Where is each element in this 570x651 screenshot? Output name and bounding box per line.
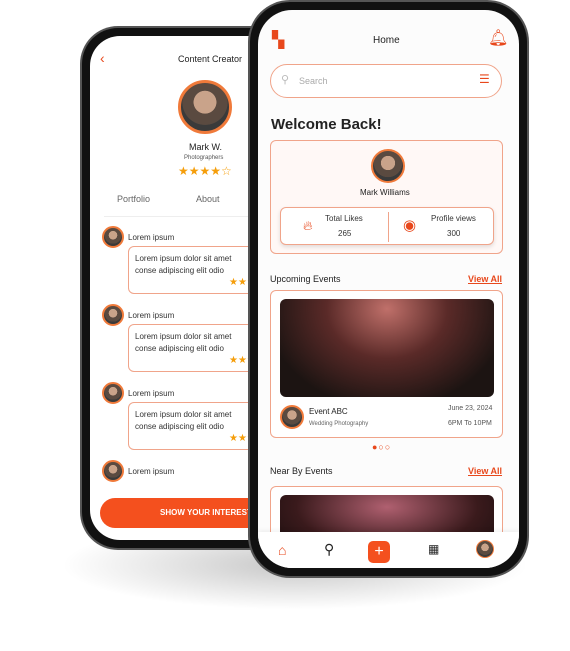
event-date: June 23, 2024 xyxy=(448,405,493,412)
reviewer-avatar xyxy=(102,226,124,248)
home-icon[interactable]: ⌂ xyxy=(278,542,286,558)
event-type: Wedding Photography xyxy=(309,421,369,427)
grid-menu-icon[interactable]: ▚ xyxy=(272,30,284,50)
event-card[interactable]: Event ABC Wedding Photography June 23, 2… xyxy=(270,290,503,438)
review-text: Lorem ipsum dolor sit amet conse adipisc… xyxy=(135,410,232,431)
creator-role: Photographers xyxy=(184,155,224,161)
reviewer-name: Lorem ipsum xyxy=(128,467,175,476)
calendar-icon[interactable]: ▦ xyxy=(428,542,439,556)
search-input[interactable]: ⚲ Search ☰ xyxy=(270,64,502,98)
upcoming-events-heading: Upcoming Events xyxy=(270,274,341,284)
reviewer-name: Lorem ipsum xyxy=(128,311,175,320)
event-time: 6PM To 10PM xyxy=(448,420,492,427)
review-text: Lorem ipsum dolor sit amet conse adipisc… xyxy=(135,332,232,353)
user-avatar xyxy=(371,149,405,183)
nearby-view-all-link[interactable]: View All xyxy=(468,466,502,476)
event-image xyxy=(280,299,494,397)
user-name: Mark Williams xyxy=(360,188,410,197)
likes-label: Total Likes xyxy=(325,214,363,223)
reviewer-avatar xyxy=(102,304,124,326)
creator-name: Mark W. xyxy=(189,142,222,152)
fire-icon: 🔥︎ xyxy=(303,218,313,233)
reviewer-name: Lorem ipsum xyxy=(128,389,175,398)
event-name: Event ABC xyxy=(309,407,348,416)
profile-card: Mark Williams 🔥︎ Total Likes 265 ◉ Profi… xyxy=(270,140,503,254)
tab-portfolio[interactable]: Portfolio xyxy=(117,194,150,204)
search-icon: ⚲ xyxy=(281,74,290,86)
eye-icon: ◉ xyxy=(403,217,417,234)
page-title: Home xyxy=(373,35,400,46)
bottom-nav: ⌂ ⚲ + ▦ xyxy=(258,532,519,568)
creator-avatar xyxy=(178,80,232,134)
nearby-events-heading: Near By Events xyxy=(270,466,333,476)
welcome-heading: Welcome Back! xyxy=(271,116,382,133)
home-screen: ▚ Home 🔔︎ ⚲ Search ☰ Welcome Back! Mark … xyxy=(258,10,519,568)
add-icon[interactable]: + xyxy=(368,541,390,563)
stats-panel: 🔥︎ Total Likes 265 ◉ Profile views 300 xyxy=(280,207,494,245)
views-value: 300 xyxy=(447,229,461,238)
page-title: Content Creator xyxy=(178,54,243,64)
search-icon[interactable]: ⚲ xyxy=(324,541,334,558)
views-label: Profile views xyxy=(431,214,476,223)
rating-stars: ★★★★☆ xyxy=(178,164,232,178)
upcoming-view-all-link[interactable]: View All xyxy=(468,274,502,284)
reviewer-avatar xyxy=(102,460,124,482)
event-host-avatar xyxy=(280,405,304,429)
tab-about[interactable]: About xyxy=(196,194,220,204)
front-phone: ▚ Home 🔔︎ ⚲ Search ☰ Welcome Back! Mark … xyxy=(250,2,527,576)
filter-icon[interactable]: ☰ xyxy=(479,72,490,86)
carousel-dots[interactable]: ●○○ xyxy=(372,442,391,452)
reviewer-avatar xyxy=(102,382,124,404)
likes-value: 265 xyxy=(338,229,352,238)
profile-avatar[interactable] xyxy=(476,540,494,558)
reviewer-name: Lorem ipsum xyxy=(128,233,175,242)
review-text: Lorem ipsum dolor sit amet conse adipisc… xyxy=(135,254,232,275)
back-icon[interactable]: ‹ xyxy=(100,50,105,66)
bell-icon[interactable]: 🔔︎ xyxy=(488,28,508,48)
